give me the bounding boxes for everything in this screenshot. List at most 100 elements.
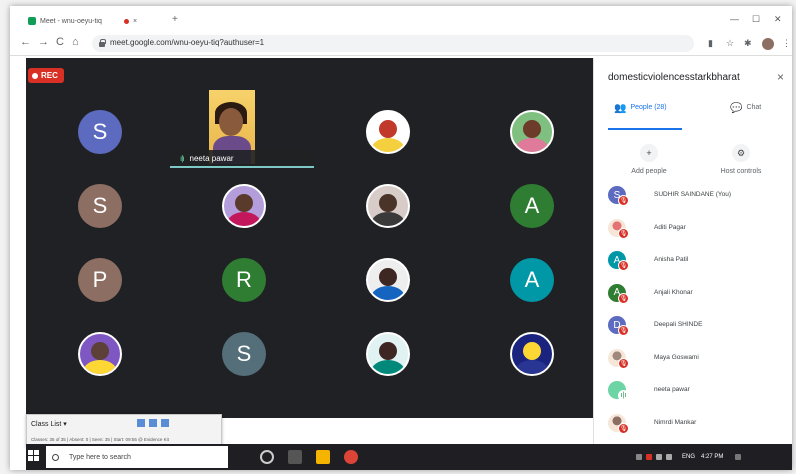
language-indicator[interactable]: ENG bbox=[682, 454, 695, 460]
avatar-photo-head bbox=[91, 342, 109, 360]
host-controls-label: Host controls bbox=[720, 168, 762, 175]
avatar-photo-head bbox=[379, 194, 397, 212]
add-people-label: Add people bbox=[631, 168, 667, 175]
avatar-photo-body bbox=[371, 286, 405, 300]
windows-logo-icon bbox=[34, 450, 39, 455]
bookmark-star-icon[interactable]: ☆ bbox=[726, 38, 734, 49]
tab-close-icon[interactable]: × bbox=[133, 18, 137, 25]
avatar-photo-body bbox=[227, 212, 261, 226]
list-item[interactable]: 🎙 Maya Goswami bbox=[608, 348, 788, 375]
list-item[interactable]: ı|ı neeta pawar bbox=[608, 381, 788, 407]
grid-icon[interactable] bbox=[149, 419, 157, 427]
profile-avatar[interactable] bbox=[762, 38, 774, 50]
taskbar-search[interactable]: Type here to search bbox=[46, 446, 228, 468]
network-icon[interactable] bbox=[656, 454, 662, 460]
participant-name: SUDHIR SAINDANE (You) bbox=[654, 191, 732, 198]
list-icon[interactable] bbox=[161, 419, 169, 427]
participant-avatar: P bbox=[78, 258, 122, 302]
new-tab-button[interactable]: + bbox=[172, 14, 178, 25]
recording-label: REC bbox=[41, 71, 58, 80]
participant-name: Anjali Khonar bbox=[654, 288, 693, 296]
file-explorer-icon[interactable] bbox=[316, 450, 330, 464]
tab-people-label: People (28) bbox=[630, 104, 667, 111]
participant-avatar bbox=[366, 258, 410, 302]
forward-button[interactable]: → bbox=[38, 36, 49, 48]
list-item[interactable]: 🎙 Nimrdi Mankar bbox=[608, 413, 788, 440]
clock[interactable]: 4:27 PM bbox=[701, 454, 723, 460]
tray-chevron-icon[interactable] bbox=[636, 454, 642, 460]
audio-wave-icon: ı|ı bbox=[618, 390, 629, 401]
minimize-icon[interactable]: — bbox=[730, 14, 739, 24]
maximize-icon[interactable]: ☐ bbox=[752, 14, 760, 25]
avatar-photo-head bbox=[523, 120, 541, 138]
tab-people[interactable]: 👥 People (28) bbox=[608, 103, 682, 130]
window-icon[interactable] bbox=[137, 419, 145, 427]
volume-icon[interactable] bbox=[666, 454, 672, 460]
avatar-photo-head bbox=[523, 342, 541, 360]
list-item[interactable]: 🎙 Aditi Pagar bbox=[608, 218, 788, 245]
class-list-meta: Classes: 35 of 35 | Absent: 0 | Seen: 35… bbox=[31, 437, 169, 442]
list-item[interactable]: S 🎙 SUDHIR SAINDANE (You) bbox=[608, 186, 788, 212]
mic-off-icon: 🎙 bbox=[618, 292, 629, 304]
mic-off-icon: 🎙 bbox=[618, 422, 629, 434]
cortana-icon[interactable] bbox=[260, 450, 274, 464]
system-tray: ENG 4:27 PM bbox=[636, 444, 745, 470]
tab-chat[interactable]: 💬 Chat bbox=[722, 103, 782, 130]
meet-grid: REC SSAPRAS ı|ı neeta pawar bbox=[26, 58, 593, 418]
avatar-photo-head bbox=[379, 268, 397, 286]
tab-chat-label: Chat bbox=[746, 104, 762, 111]
audio-wave-icon: ı|ı bbox=[180, 153, 184, 163]
taskbar-search-placeholder: Type here to search bbox=[69, 453, 131, 461]
start-button[interactable] bbox=[28, 450, 40, 462]
participant-name: neeta pawar bbox=[654, 386, 690, 393]
recording-badge: REC bbox=[28, 68, 64, 83]
participant-avatar: S bbox=[78, 184, 122, 228]
extensions-icon[interactable]: ✱ bbox=[744, 38, 752, 49]
participant-avatar bbox=[510, 332, 554, 376]
participant-name: Anisha Patil bbox=[654, 256, 689, 263]
participant-avatar: A bbox=[510, 184, 554, 228]
windows-logo-icon bbox=[34, 456, 39, 461]
participant-avatar bbox=[510, 110, 554, 154]
class-list-window[interactable]: Class List ▾ Classes: 35 of 35 | Absent:… bbox=[26, 414, 222, 448]
panel-close-icon[interactable]: × bbox=[777, 70, 784, 84]
participant-name: Maya Goswami bbox=[654, 353, 699, 361]
reload-button[interactable]: C bbox=[56, 36, 64, 48]
home-button[interactable]: ⌂ bbox=[72, 36, 79, 48]
class-list-label[interactable]: Class List ▾ bbox=[31, 420, 67, 428]
list-item[interactable]: A 🎙 Anisha Patil bbox=[608, 251, 788, 277]
participant-name: Deepali SHINDE bbox=[654, 321, 703, 328]
lock-icon bbox=[99, 39, 106, 47]
list-item[interactable]: A 🎙 Anjali Khonar bbox=[608, 283, 788, 310]
participant-avatar bbox=[78, 332, 122, 376]
tray-app-icon[interactable] bbox=[646, 454, 652, 460]
presenter-name-label: ı|ı neeta pawar bbox=[170, 150, 314, 168]
notifications-icon[interactable] bbox=[735, 454, 742, 460]
avatar-photo-body bbox=[515, 138, 549, 152]
browser-tab[interactable]: Meet - wnu-oeyu-tiq × bbox=[28, 12, 137, 30]
chrome-icon[interactable] bbox=[344, 450, 358, 464]
avatar-photo-body bbox=[371, 138, 405, 152]
video-face bbox=[219, 108, 243, 136]
avatar-photo-head bbox=[379, 342, 397, 360]
participant-avatar bbox=[222, 184, 266, 228]
participant-avatar bbox=[366, 184, 410, 228]
list-item[interactable]: D 🎙 Deepali SHINDE bbox=[608, 316, 788, 342]
camera-indicator-icon[interactable]: ▮ bbox=[708, 38, 713, 49]
search-icon bbox=[52, 453, 59, 461]
close-window-icon[interactable]: ✕ bbox=[774, 14, 782, 25]
meet-favicon-icon bbox=[28, 17, 36, 25]
task-view-icon[interactable] bbox=[288, 450, 302, 464]
address-bar[interactable]: meet.google.com/wnu-oeyu-tiq?authuser=1 bbox=[92, 35, 694, 52]
mic-off-icon: 🎙 bbox=[618, 227, 629, 239]
participant-avatar: S bbox=[78, 110, 122, 154]
add-people-button[interactable]: + Add people bbox=[614, 144, 684, 175]
mic-off-icon: 🎙 bbox=[618, 260, 629, 271]
browser-tab-strip: Meet - wnu-oeyu-tiq × + — ☐ ✕ bbox=[10, 6, 792, 32]
host-controls-button[interactable]: ⚙ Host controls bbox=[706, 144, 776, 175]
avatar-photo-body bbox=[371, 212, 405, 226]
browser-tab-title: Meet - wnu-oeyu-tiq bbox=[40, 17, 102, 25]
back-button[interactable]: ← bbox=[20, 36, 31, 48]
windows-taskbar: Type here to search ENG 4:27 PM bbox=[26, 444, 792, 470]
browser-menu-icon[interactable]: ⋮ bbox=[782, 38, 791, 49]
